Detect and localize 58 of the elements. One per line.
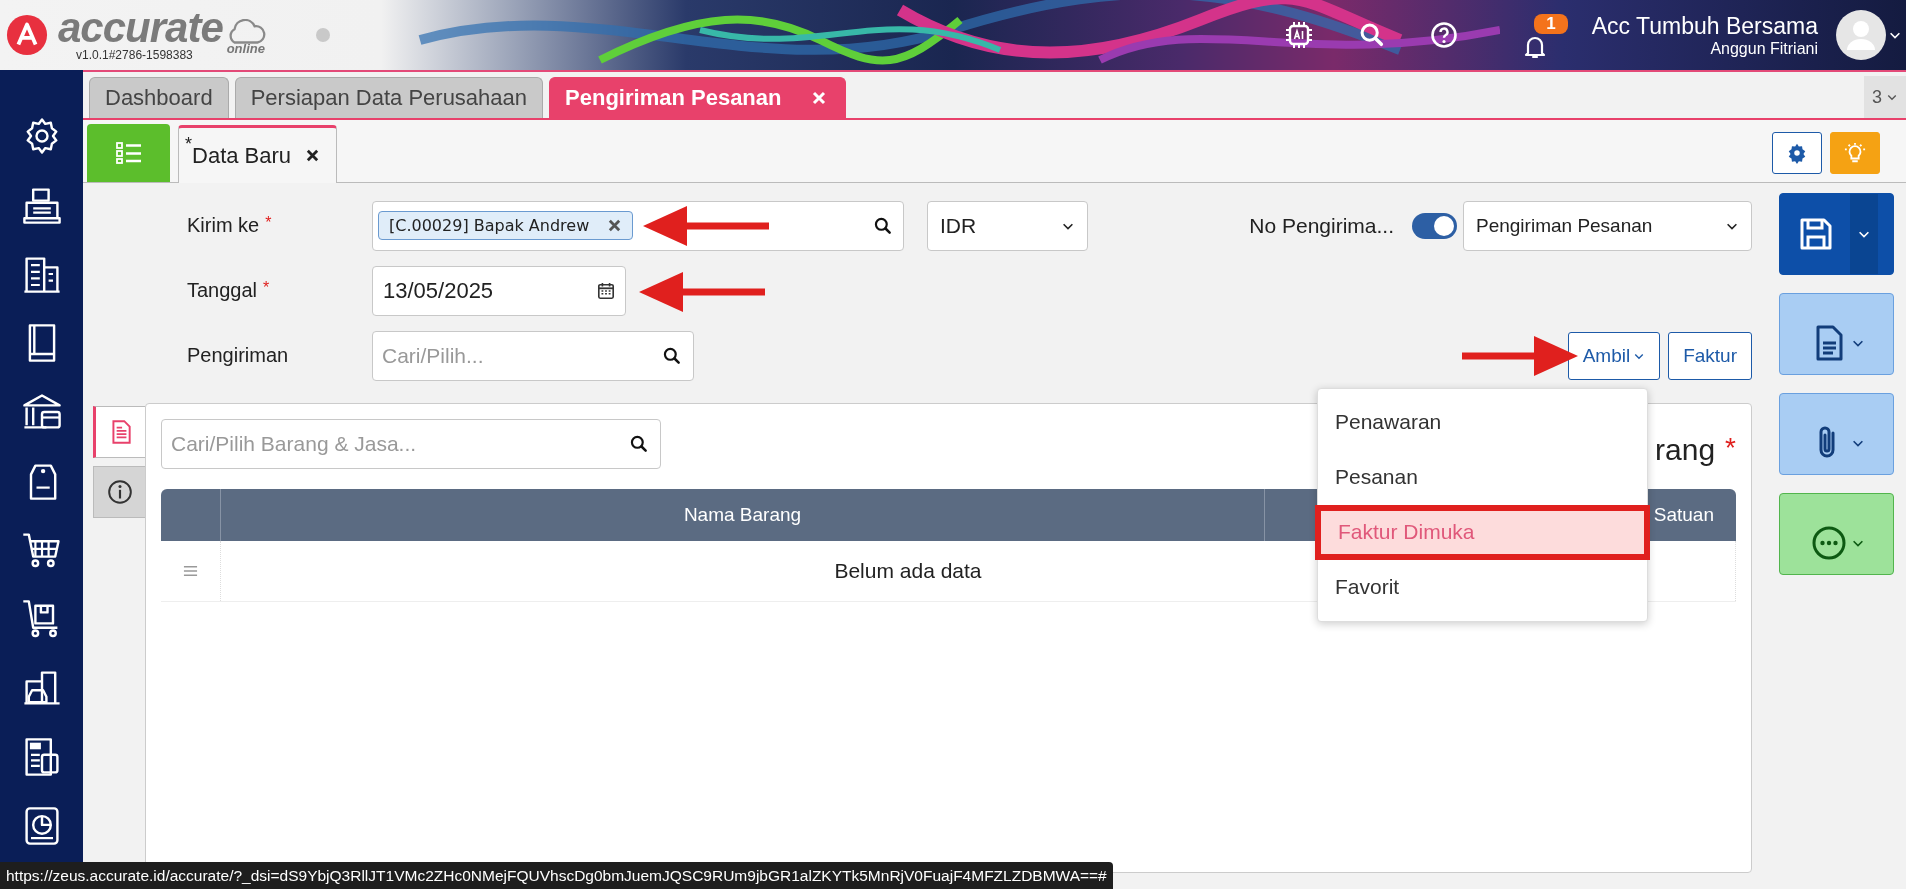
bell-icon[interactable]	[1523, 34, 1547, 60]
search-icon	[662, 345, 682, 366]
tab[interactable]: Pengiriman Pesanan	[549, 77, 847, 118]
invoice-button[interactable]: Faktur	[1668, 331, 1752, 380]
settings-button[interactable]	[1772, 132, 1822, 174]
field-label: Pengiriman	[187, 344, 289, 367]
remove-icon[interactable]	[607, 218, 623, 233]
more-button[interactable]	[1779, 493, 1894, 575]
menu-item[interactable]: Penawaran	[1318, 394, 1647, 450]
logo-icon	[6, 14, 48, 56]
auto-number-toggle[interactable]	[1412, 212, 1457, 239]
version-text: v1.0.1#2786-1598383	[76, 48, 194, 62]
shipment-field[interactable]: Cari/Pilih...	[372, 330, 694, 381]
field-label: No Pengirima...	[1249, 213, 1394, 238]
column-header: Nama Barang	[221, 489, 1265, 541]
info-tab[interactable]	[93, 466, 145, 518]
required-mark: *	[263, 279, 270, 298]
ai-chip-icon[interactable]	[1284, 20, 1315, 50]
tab[interactable]: Dashboard	[89, 77, 229, 118]
panel-title: rang	[1655, 433, 1716, 467]
search-icon	[629, 434, 649, 454]
status-dot-icon	[314, 27, 331, 43]
attachment-button[interactable]	[1779, 393, 1894, 475]
tab-count-dropdown[interactable]: 3	[1864, 76, 1906, 118]
calendar-icon	[597, 281, 615, 300]
avatar-icon[interactable]	[1836, 10, 1886, 60]
close-icon[interactable]	[305, 148, 321, 163]
menu-item[interactable]: Pesanan	[1318, 449, 1647, 505]
number-type-select[interactable]: Pengiriman Pesanan	[1463, 200, 1752, 251]
drag-handle-icon[interactable]	[183, 565, 198, 577]
field-label: Tanggal	[187, 279, 258, 302]
info-icon	[106, 479, 133, 505]
dropdown-button[interactable]: Ambil	[1567, 331, 1661, 380]
customer-field[interactable]: [C.00029] Bapak Andrew	[372, 200, 904, 251]
required-mark: *	[1725, 432, 1736, 464]
customer-chip[interactable]: [C.00029] Bapak Andrew	[378, 211, 634, 240]
menu-item[interactable]: Favorit	[1318, 559, 1647, 615]
help-icon[interactable]	[1430, 21, 1459, 49]
logo-subtext: online	[226, 40, 265, 56]
currency-select[interactable]: IDR	[927, 200, 1088, 251]
field-label: Kirim ke	[187, 214, 260, 237]
column-header: Satuan	[1652, 503, 1715, 527]
lightbulb-icon	[1844, 142, 1866, 164]
user-name: Anggun Fitriani	[1710, 40, 1818, 58]
document-tab[interactable]: $^{*}$Data Baru	[178, 125, 338, 183]
document-button[interactable]	[1779, 293, 1894, 375]
item-search-field[interactable]: Cari/Pilih Barang & Jasa...	[161, 419, 661, 469]
logo-text: accurate	[58, 8, 223, 48]
company-name: Acc Tumbuh Bersama	[1591, 12, 1818, 40]
save-button[interactable]	[1779, 193, 1894, 275]
document-tab[interactable]	[93, 406, 145, 458]
status-url: https://zeus.accurate.id/accurate/?_dsi=dS9YbjQ3RllJT1VMc2ZHc0NMejFQUVhscDg0bmJuemJQSC9RUm9jbGR1alZKYTk5MnRjV0FuajF4MFZLZDBMWA==#	[0, 862, 1113, 889]
list-icon	[114, 141, 143, 165]
search-icon	[873, 215, 893, 236]
required-mark: *	[265, 214, 272, 233]
tab[interactable]: Persiapan Data Perusahaan	[234, 77, 544, 118]
notification-badge: 1	[1534, 14, 1568, 34]
settings-icon	[1786, 142, 1808, 164]
